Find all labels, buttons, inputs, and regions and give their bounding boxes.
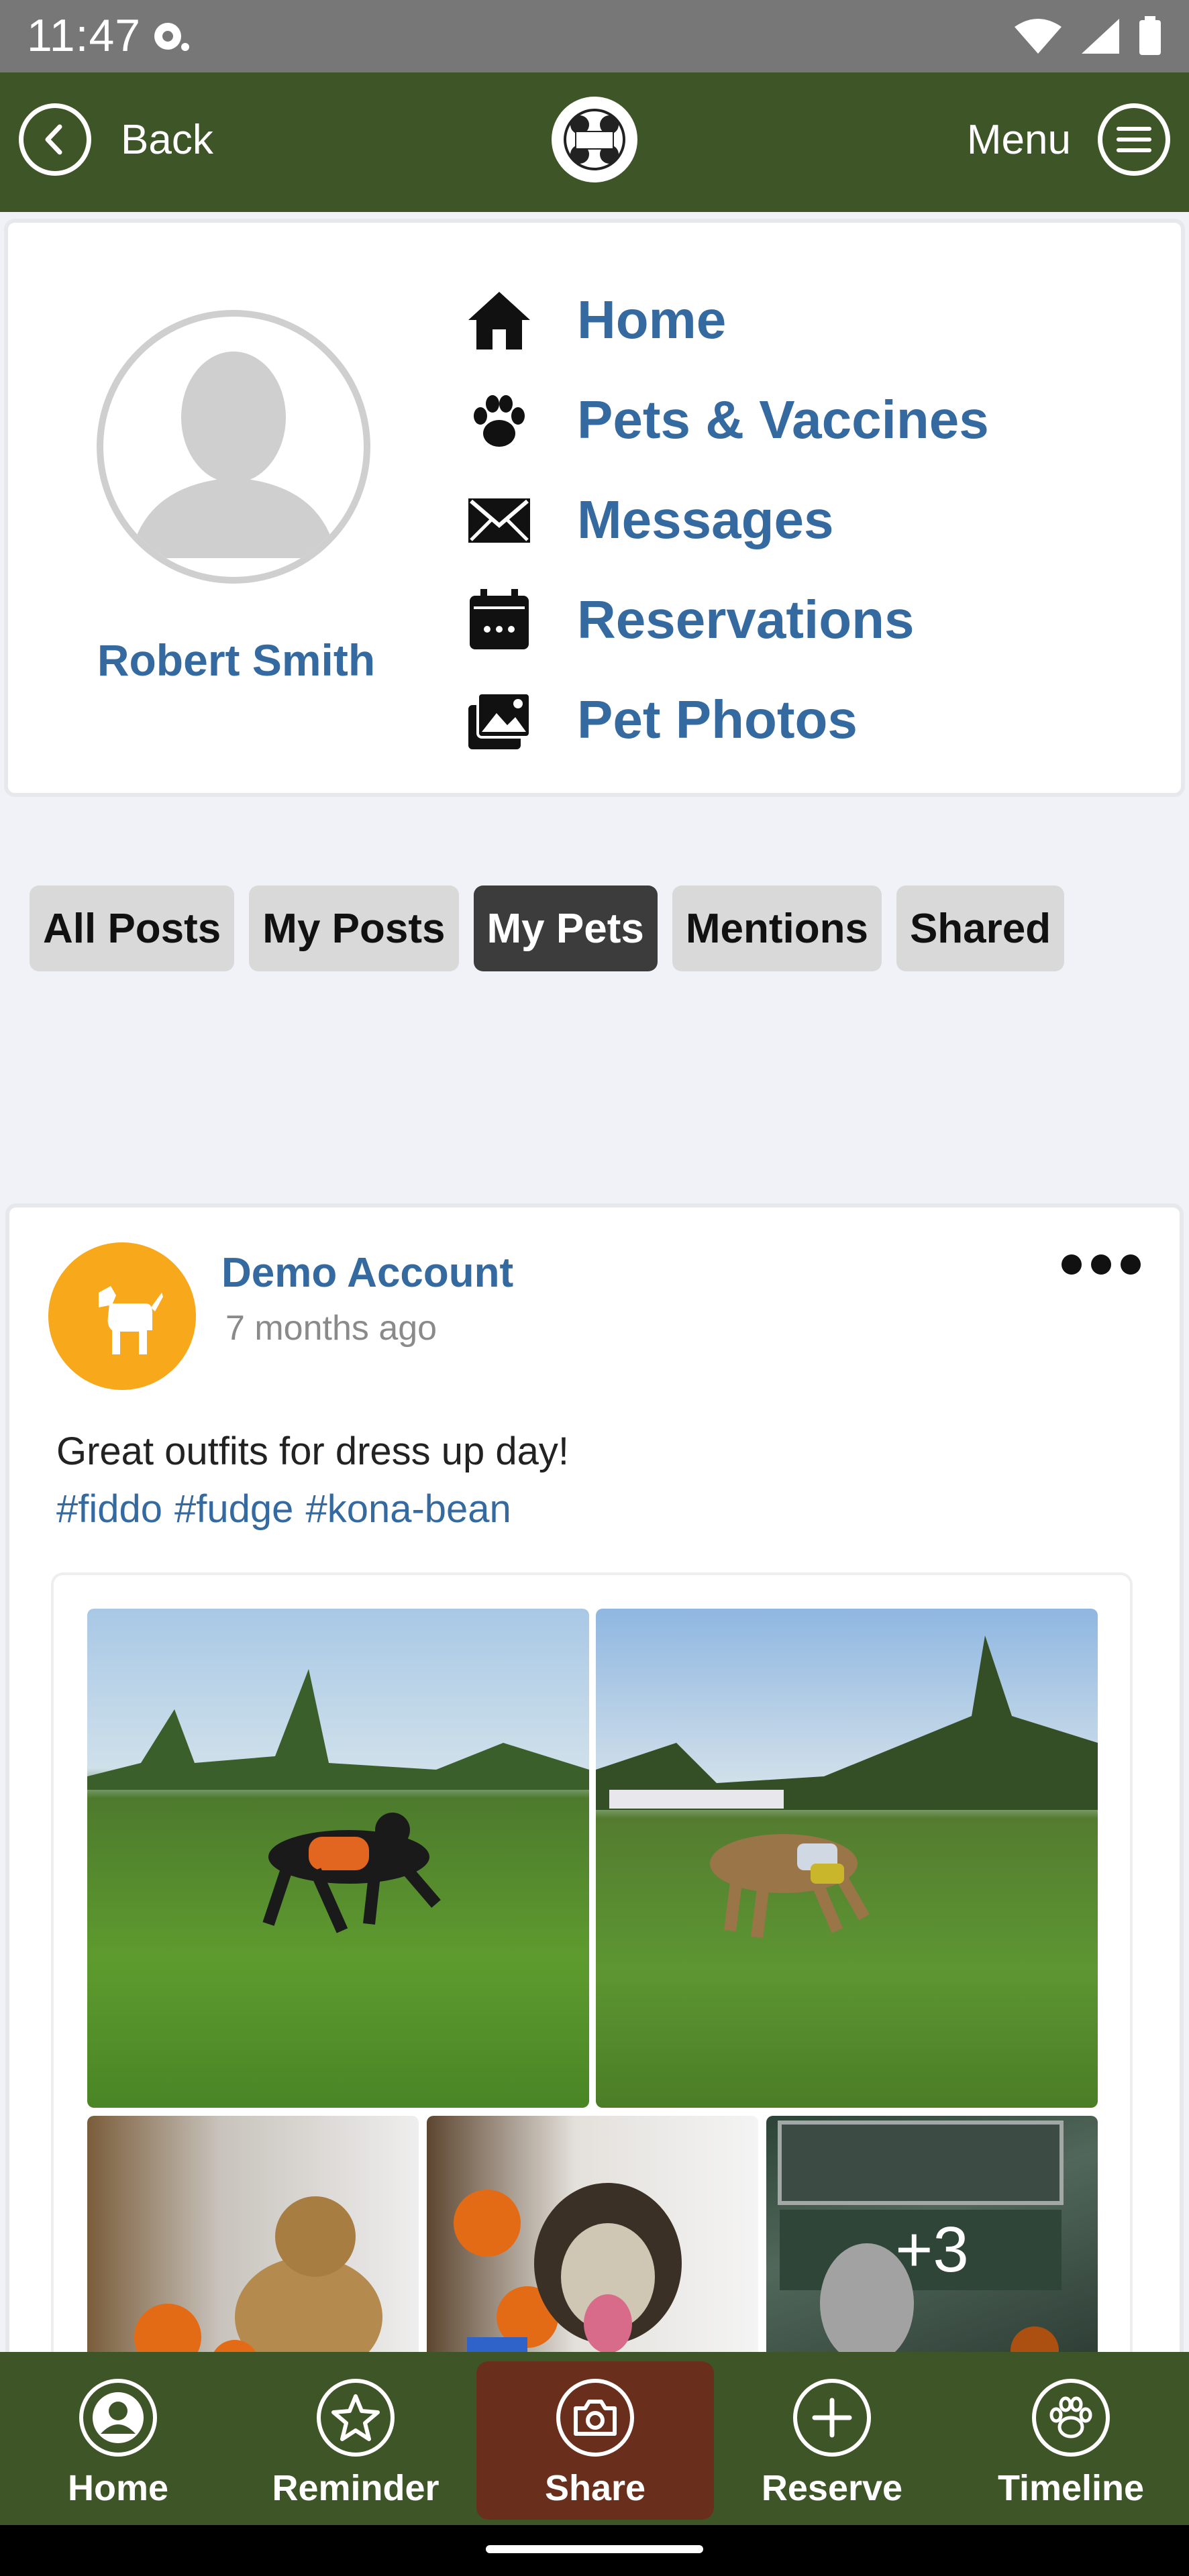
bottom-nav-home[interactable]: Home (31, 2379, 205, 2509)
home-gesture-handle[interactable] (486, 2545, 703, 2553)
nav-item-messages[interactable]: Messages (464, 470, 989, 570)
menu-button[interactable]: Menu (967, 103, 1170, 176)
nav-item-label: Reservations (577, 589, 915, 649)
user-icon (79, 2379, 157, 2457)
home-icon (464, 285, 534, 355)
envelope-icon (464, 485, 534, 555)
camera-icon (556, 2379, 634, 2457)
post-photo[interactable] (427, 2116, 758, 2360)
bottom-nav-reserve[interactable]: Reserve (745, 2379, 919, 2509)
bottom-nav-label: Share (544, 2468, 646, 2508)
nav-item-label: Home (577, 289, 727, 350)
post-text: Great outfits for dress up day! (56, 1430, 570, 1473)
nav-item-pet-photos[interactable]: Pet Photos (464, 669, 989, 769)
nav-item-label: Pets & Vaccines (577, 389, 989, 449)
tab-my-posts[interactable]: My Posts (249, 885, 459, 971)
tab-shared[interactable]: Shared (896, 885, 1065, 971)
post-photo[interactable] (596, 1609, 1098, 2108)
profile-card: Robert Smith Home Pets & Vaccines Messag… (4, 219, 1185, 797)
post-tags: #fiddo #fudge #kona-bean (56, 1487, 511, 1532)
plus-icon (793, 2379, 871, 2457)
menu-label: Menu (966, 116, 1071, 163)
paw-icon (464, 385, 534, 455)
post-author[interactable]: Demo Account (221, 1249, 513, 1297)
hamburger-icon (1098, 103, 1170, 176)
gesture-bar (0, 2525, 1189, 2576)
bottom-nav-label: Timeline (997, 2468, 1145, 2508)
chevron-left-icon (19, 103, 91, 176)
post-timestamp: 7 months ago (225, 1309, 437, 1348)
post-photo[interactable] (87, 1609, 589, 2108)
paw-icon (1032, 2379, 1110, 2457)
hashtag-link[interactable]: #fudge (174, 1487, 293, 1532)
tab-my-pets[interactable]: My Pets (473, 885, 658, 971)
post-photo[interactable] (87, 2116, 419, 2360)
nav-item-label: Messages (577, 489, 834, 549)
post-filter-tabs: All Posts My Posts My Pets Mentions Shar… (30, 885, 1065, 971)
avatar[interactable] (97, 310, 370, 584)
notification-icon (154, 23, 189, 51)
nav-item-pets-vaccines[interactable]: Pets & Vaccines (464, 370, 989, 470)
signal-icon (1082, 19, 1119, 54)
bottom-nav-label: Reminder (272, 2468, 440, 2508)
tab-all-posts[interactable]: All Posts (30, 885, 235, 971)
profile-name[interactable]: Robert Smith (28, 635, 444, 686)
battery-icon (1139, 16, 1161, 55)
wifi-icon (1015, 19, 1062, 54)
bottom-nav-label: Reserve (761, 2468, 903, 2508)
nav-item-label: Pet Photos (577, 689, 858, 749)
more-photos-count: +3 (766, 2116, 1098, 2360)
calendar-icon (464, 585, 534, 655)
status-time: 11:47 (27, 10, 142, 61)
star-icon (317, 2379, 395, 2457)
more-options-icon[interactable] (1062, 1254, 1141, 1275)
bottom-nav-reminder[interactable]: Reminder (268, 2379, 443, 2509)
dog-icon (99, 1286, 163, 1354)
hashtag-link[interactable]: #fiddo (56, 1487, 162, 1532)
bottom-nav-label: Home (67, 2468, 169, 2508)
back-button[interactable]: Back (19, 103, 213, 176)
tab-mentions[interactable]: Mentions (672, 885, 882, 971)
bottom-nav: Home Reminder Share Reserve Timeline (0, 2352, 1189, 2525)
photos-icon (464, 685, 534, 755)
status-bar: 11:47 (0, 0, 1189, 72)
post-card: Demo Account 7 months ago Great outfits … (5, 1203, 1184, 2364)
bottom-nav-share[interactable]: Share (476, 2361, 714, 2520)
system-icons (1013, 15, 1162, 58)
bottom-nav-timeline[interactable]: Timeline (984, 2379, 1158, 2509)
nav-item-reservations[interactable]: Reservations (464, 570, 989, 669)
app-header: Back Menu (0, 72, 1189, 212)
dog-ranch-logo (552, 97, 637, 182)
person-silhouette-icon (130, 352, 337, 558)
post-photo-more[interactable]: +3 (766, 2116, 1098, 2360)
nav-item-home[interactable]: Home (464, 270, 989, 370)
post-author-avatar[interactable] (48, 1242, 196, 1390)
photo-gallery: +3 (51, 1572, 1133, 2360)
hashtag-link[interactable]: #kona-bean (305, 1487, 511, 1532)
profile-nav: Home Pets & Vaccines Messages Reservatio… (464, 270, 989, 769)
back-label: Back (121, 116, 213, 163)
